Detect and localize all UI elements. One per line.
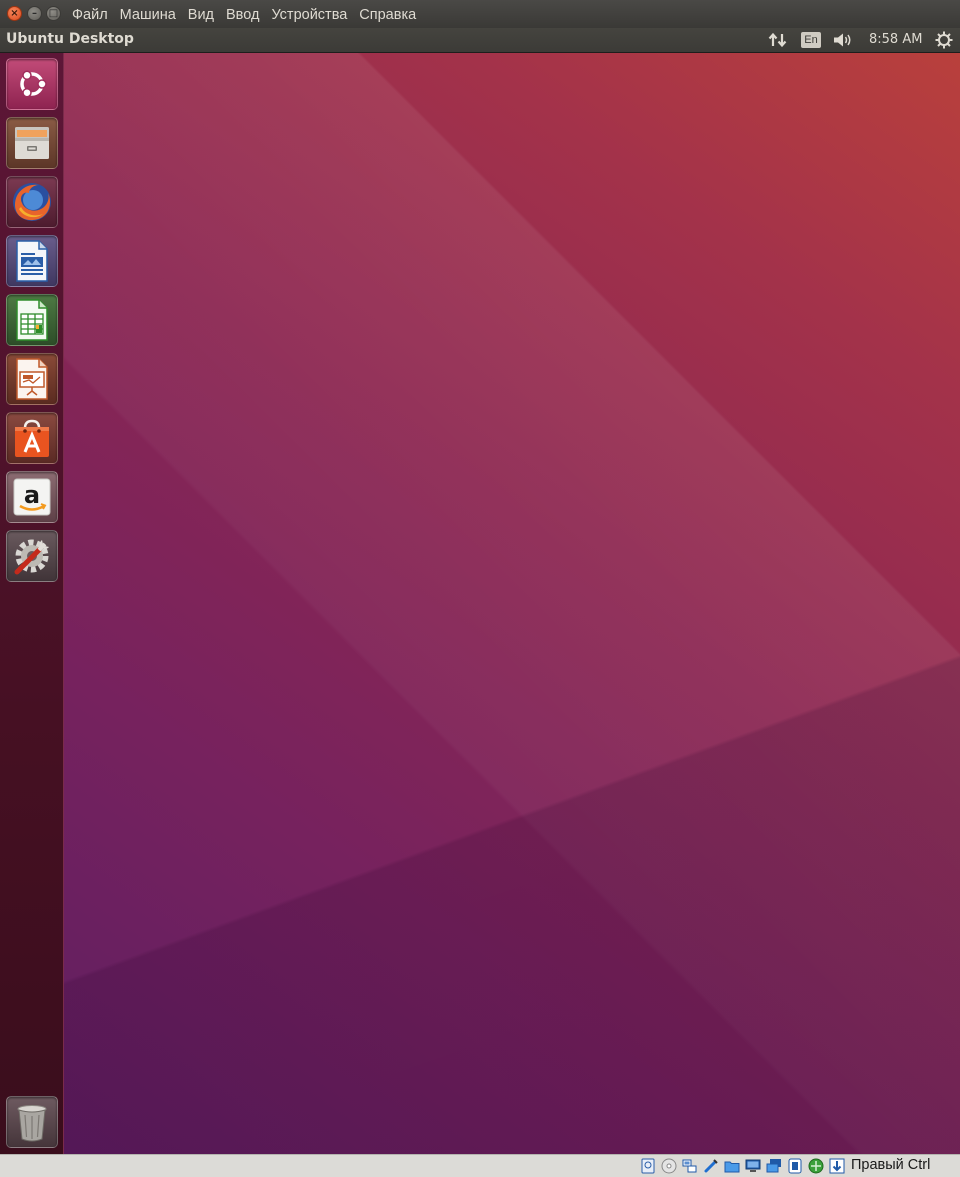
libreoffice-calc-icon: [16, 299, 48, 341]
menu-machine[interactable]: Машина: [120, 6, 176, 24]
clock[interactable]: 8:58 AM: [869, 28, 922, 52]
wallpaper-shade: [64, 53, 960, 1154]
maximize-icon: □: [48, 8, 59, 19]
libreoffice-impress-icon: [16, 358, 48, 400]
power-gear-icon: [935, 31, 953, 49]
video-capture-icon[interactable]: [766, 1158, 782, 1174]
launcher-trash-button[interactable]: [6, 1096, 58, 1148]
top-panel: Ubuntu Desktop En 8:58 AM: [0, 28, 960, 53]
launcher: a: [0, 53, 64, 1154]
vbox-menu-bar: Файл Машина Вид Ввод Устройства Справка: [72, 6, 428, 24]
software-center-icon: [15, 419, 49, 457]
network-arrows-icon: [768, 32, 787, 48]
launcher-files-button[interactable]: [6, 117, 58, 169]
usb-icon[interactable]: [703, 1158, 719, 1174]
system-settings-icon: [14, 539, 49, 575]
sound-indicator[interactable]: [832, 28, 854, 52]
amazon-icon: a: [13, 478, 51, 516]
menu-file[interactable]: Файл: [72, 6, 108, 24]
recording-icon[interactable]: [787, 1158, 803, 1174]
launcher-dash-button[interactable]: [6, 58, 58, 110]
virtualization-icon[interactable]: [808, 1158, 824, 1174]
ubuntu-logo-icon: [20, 70, 47, 98]
keyboard-layout-indicator[interactable]: En: [801, 32, 821, 48]
speaker-icon: [834, 33, 851, 47]
desktop-wallpaper[interactable]: [64, 53, 960, 1154]
launcher-firefox-button[interactable]: [6, 176, 58, 228]
menu-view[interactable]: Вид: [188, 6, 214, 24]
svg-text:a: a: [24, 481, 40, 509]
minimize-window-button[interactable]: –: [27, 6, 42, 21]
close-icon: ×: [10, 8, 19, 19]
launcher-calc-button[interactable]: [6, 294, 58, 346]
menu-devices[interactable]: Устройства: [271, 6, 347, 24]
menu-input[interactable]: Ввод: [226, 6, 259, 24]
firefox-icon: [13, 183, 51, 221]
file-cabinet-icon: [15, 127, 49, 159]
launcher-writer-button[interactable]: [6, 235, 58, 287]
menu-help[interactable]: Справка: [359, 6, 416, 24]
network-adapter-icon[interactable]: [682, 1158, 698, 1174]
status-icons: [640, 1158, 850, 1174]
hard-disk-icon[interactable]: [640, 1158, 656, 1174]
launcher-impress-button[interactable]: [6, 353, 58, 405]
minimize-icon: –: [32, 8, 37, 19]
display-icon[interactable]: [745, 1158, 761, 1174]
vbox-title-bar: × – □ Файл Машина Вид Ввод Устройства Сп…: [0, 0, 960, 29]
host-key-label: Правый Ctrl: [851, 1157, 931, 1173]
close-window-button[interactable]: ×: [7, 6, 22, 21]
optical-drive-icon[interactable]: [661, 1158, 677, 1174]
panel-title: Ubuntu Desktop: [6, 31, 134, 47]
session-indicator[interactable]: [933, 28, 955, 52]
launcher-software-button[interactable]: [6, 412, 58, 464]
maximize-window-button[interactable]: □: [46, 6, 61, 21]
vbox-status-bar: Правый Ctrl: [0, 1154, 960, 1177]
libreoffice-writer-icon: [16, 240, 48, 282]
launcher-settings-button[interactable]: [6, 530, 58, 582]
launcher-amazon-button[interactable]: a: [6, 471, 58, 523]
trash-icon: [17, 1105, 47, 1142]
mouse-integration-icon[interactable]: [829, 1158, 845, 1174]
network-indicator[interactable]: [767, 28, 789, 52]
shared-folders-icon[interactable]: [724, 1158, 740, 1174]
